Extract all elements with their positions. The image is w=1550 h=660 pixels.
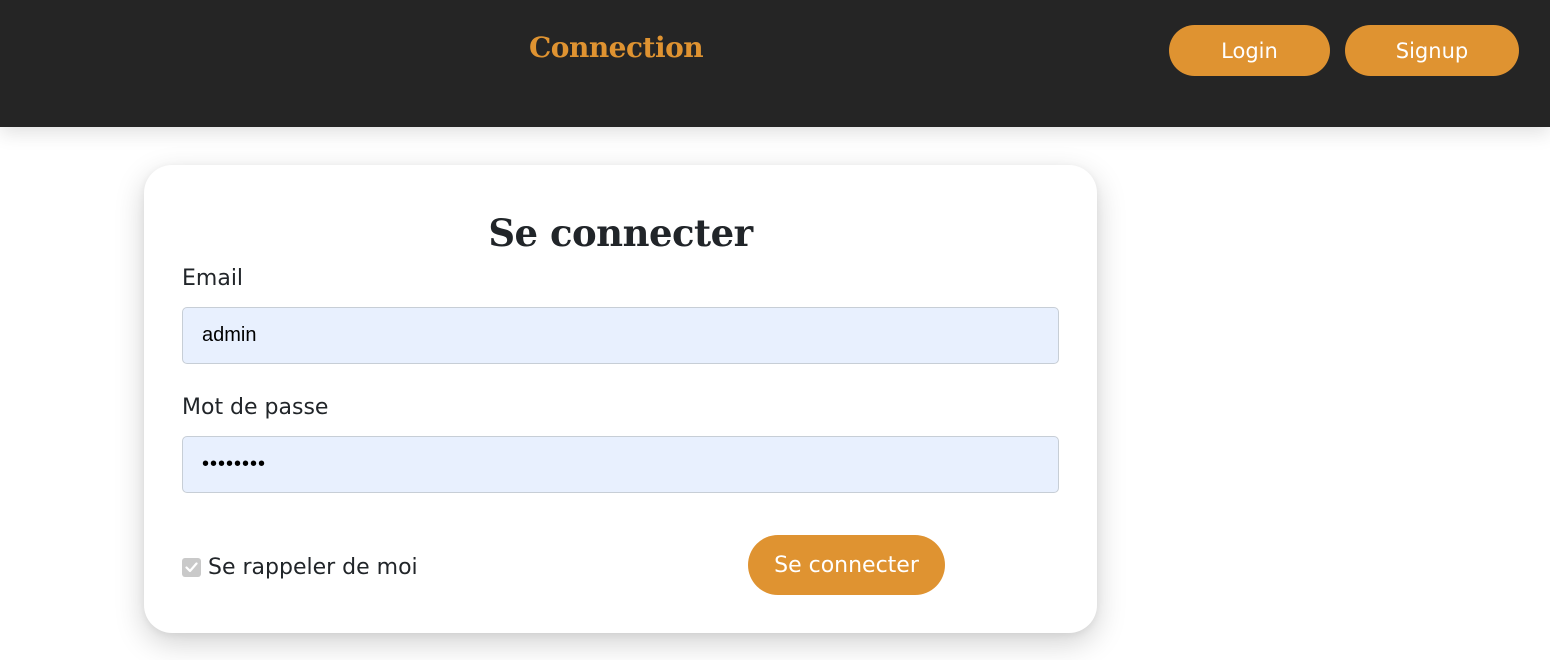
remember-checkbox[interactable] bbox=[182, 557, 201, 577]
form-title: Se connecter bbox=[488, 211, 753, 255]
password-field[interactable] bbox=[182, 436, 1059, 493]
login-button[interactable]: Login bbox=[1169, 25, 1330, 76]
submit-button[interactable]: Se connecter bbox=[748, 535, 945, 595]
password-label: Mot de passe bbox=[182, 395, 329, 420]
signup-button[interactable]: Signup bbox=[1345, 25, 1519, 76]
remember-me: Se rappeler de moi bbox=[182, 553, 418, 581]
email-label: Email bbox=[182, 266, 244, 291]
brand-title[interactable]: Connection bbox=[529, 28, 704, 68]
navbar: Connection Login Signup bbox=[0, 0, 1550, 127]
login-card: Se connecter Email Mot de passe Se rappe… bbox=[144, 165, 1097, 633]
email-field[interactable] bbox=[182, 307, 1059, 364]
remember-label: Se rappeler de moi bbox=[208, 554, 418, 580]
check-icon bbox=[185, 561, 198, 572]
